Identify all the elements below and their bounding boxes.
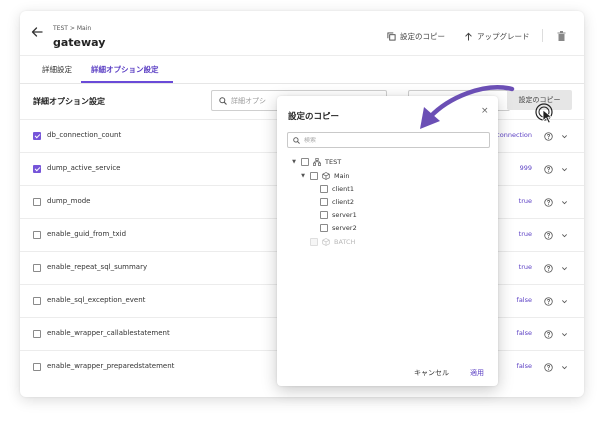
cancel-button[interactable]: キャンセル xyxy=(414,368,449,378)
section-title: 詳細オプション設定 xyxy=(33,97,105,106)
page-title: gateway xyxy=(53,36,106,49)
chevron-down-icon[interactable] xyxy=(561,265,568,272)
option-value[interactable]: true xyxy=(519,197,532,205)
tree-caret-icon[interactable]: ▼ xyxy=(300,173,306,179)
row-checkbox[interactable] xyxy=(33,198,41,206)
option-value[interactable]: 999 xyxy=(520,164,532,172)
active-tab-indicator xyxy=(81,81,173,83)
page-header: TEST > Main gateway 設定のコピー アップグレード xyxy=(20,11,584,56)
chevron-down-icon[interactable] xyxy=(561,133,568,140)
breadcrumb-current: Main xyxy=(76,25,92,32)
help-icon[interactable] xyxy=(544,132,553,141)
row-checkbox[interactable] xyxy=(33,231,41,239)
search-icon xyxy=(293,136,300,144)
row-checkbox[interactable] xyxy=(33,165,41,173)
copy-settings-header-button[interactable]: 設定のコピー xyxy=(387,31,445,42)
chevron-down-icon[interactable] xyxy=(561,232,568,239)
option-value[interactable]: false xyxy=(517,329,532,337)
option-name: enable_wrapper_callablestatement xyxy=(47,329,170,337)
help-icon[interactable] xyxy=(544,231,553,240)
trash-icon[interactable] xyxy=(557,31,566,41)
apply-button[interactable]: 適用 xyxy=(470,368,484,378)
tree-label: server1 xyxy=(332,211,357,219)
tree-checkbox[interactable] xyxy=(320,198,328,206)
click-cursor-icon xyxy=(535,103,553,124)
tree-node-server1[interactable]: server1 xyxy=(320,210,357,220)
option-name: db_connection_count xyxy=(47,131,122,139)
option-value[interactable]: false xyxy=(517,296,532,304)
close-icon[interactable]: × xyxy=(481,107,489,116)
tree-label: BATCH xyxy=(334,238,356,246)
modal-search-box[interactable] xyxy=(287,132,490,148)
cube-icon xyxy=(322,172,330,180)
tree-label: TEST xyxy=(325,158,342,166)
tree-label: client1 xyxy=(332,185,354,193)
option-name: enable_sql_exception_event xyxy=(47,296,146,304)
copy-icon xyxy=(387,32,396,41)
row-checkbox[interactable] xyxy=(33,264,41,272)
help-icon[interactable] xyxy=(544,297,553,306)
tree-checkbox[interactable] xyxy=(301,158,309,166)
back-arrow-icon[interactable] xyxy=(30,25,44,39)
tab-basic-settings[interactable]: 詳細設定 xyxy=(42,64,72,75)
option-value[interactable]: connection xyxy=(496,131,532,139)
chevron-down-icon[interactable] xyxy=(561,331,568,338)
chevron-down-icon[interactable] xyxy=(561,298,568,305)
breadcrumb-parent[interactable]: TEST xyxy=(53,25,68,32)
help-icon[interactable] xyxy=(544,363,553,372)
tree-checkbox[interactable] xyxy=(320,224,328,232)
search-icon xyxy=(219,96,227,105)
tree-checkbox-disabled xyxy=(310,238,318,246)
row-checkbox[interactable] xyxy=(33,132,41,140)
help-icon[interactable] xyxy=(544,264,553,273)
tree-label: client2 xyxy=(332,198,354,206)
option-value[interactable]: true xyxy=(519,263,532,271)
option-name: enable_guid_from_txid xyxy=(47,230,127,238)
chevron-down-icon[interactable] xyxy=(561,199,568,206)
tree-label: Main xyxy=(334,172,350,180)
tree-node-server2[interactable]: server2 xyxy=(320,223,357,233)
tree-checkbox[interactable] xyxy=(310,172,318,180)
tree-node-batch: BATCH xyxy=(310,237,355,247)
option-value[interactable]: true xyxy=(519,230,532,238)
modal-title: 設定のコピー xyxy=(288,112,340,122)
header-divider xyxy=(542,29,543,42)
upgrade-label: アップグレード xyxy=(477,32,530,41)
help-icon[interactable] xyxy=(544,198,553,207)
option-name: enable_wrapper_preparedstatement xyxy=(47,362,175,370)
cube-icon xyxy=(322,238,330,246)
tree-caret-icon[interactable]: ▼ xyxy=(291,159,297,165)
help-icon[interactable] xyxy=(544,165,553,174)
option-name: dump_mode xyxy=(47,197,91,205)
copy-settings-header-label: 設定のコピー xyxy=(400,32,445,41)
chevron-down-icon[interactable] xyxy=(561,166,568,173)
tree-node-client2[interactable]: client2 xyxy=(320,197,354,207)
tree-node-client1[interactable]: client1 xyxy=(320,184,354,194)
option-value[interactable]: false xyxy=(517,362,532,370)
tree-node-main[interactable]: ▼ Main xyxy=(300,171,350,181)
option-name: enable_repeat_sql_summary xyxy=(47,263,148,271)
tree-node-test[interactable]: ▼ TEST xyxy=(291,157,341,167)
tree-checkbox[interactable] xyxy=(320,211,328,219)
option-name: dump_active_service xyxy=(47,164,121,172)
chevron-down-icon[interactable] xyxy=(561,364,568,371)
help-icon[interactable] xyxy=(544,330,553,339)
tree-label: server2 xyxy=(332,224,357,232)
tab-bar: 詳細設定 詳細オプション設定 xyxy=(20,56,584,84)
tab-advanced-options[interactable]: 詳細オプション設定 xyxy=(91,64,159,75)
copy-settings-modal: 設定のコピー × ▼ TEST ▼ Main client1 client2 xyxy=(277,96,498,386)
upgrade-button[interactable]: アップグレード xyxy=(464,31,530,42)
row-checkbox[interactable] xyxy=(33,330,41,338)
project-icon xyxy=(313,158,321,166)
tree-checkbox[interactable] xyxy=(320,185,328,193)
breadcrumb: TEST > Main xyxy=(53,25,91,32)
row-checkbox[interactable] xyxy=(33,297,41,305)
breadcrumb-separator: > xyxy=(69,25,75,32)
modal-search-input[interactable] xyxy=(304,136,474,144)
row-checkbox[interactable] xyxy=(33,363,41,371)
arrow-up-icon xyxy=(465,32,472,41)
